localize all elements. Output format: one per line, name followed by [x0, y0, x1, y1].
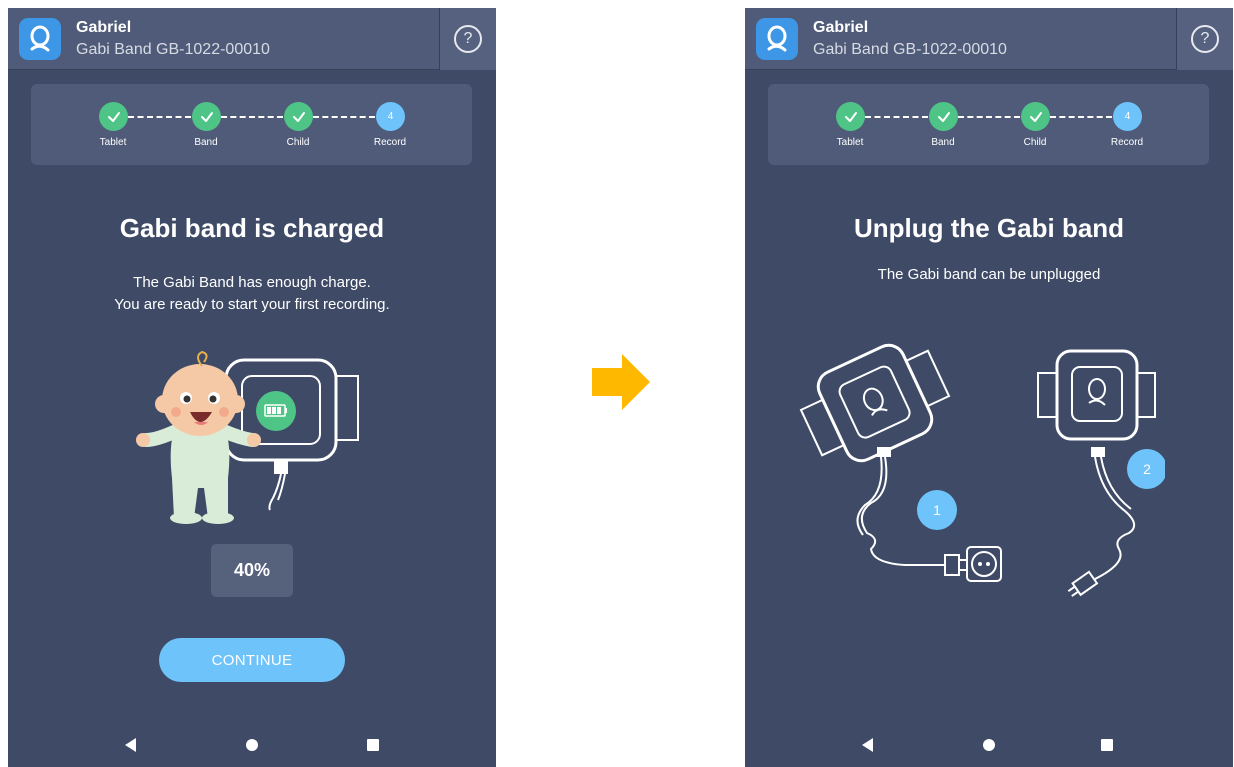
nav-back-icon[interactable]: [858, 735, 878, 755]
step-tablet-check-icon: [99, 102, 128, 131]
nav-home-icon[interactable]: [242, 735, 262, 755]
step-label-band: Band: [194, 137, 218, 148]
help-icon: ?: [1191, 25, 1219, 53]
step-badge-1: 1: [933, 502, 941, 518]
description: The Gabi band can be unplugged: [877, 266, 1101, 283]
step-connector: [221, 116, 283, 118]
charge-percentage: 40%: [211, 544, 293, 597]
progress-stepper: 4 Tablet Band Child Record: [31, 84, 472, 165]
step-record-number: 4: [376, 102, 405, 131]
nav-recents-icon[interactable]: [1097, 735, 1117, 755]
app-header: Gabriel Gabi Band GB-1022-00010 ?: [745, 8, 1233, 70]
step-child-check-icon: [1021, 102, 1050, 131]
step-label-tablet: Tablet: [836, 137, 864, 148]
progress-stepper: 4 Tablet Band Child Record: [768, 84, 1209, 165]
help-icon: ?: [454, 25, 482, 53]
step-connector: [128, 116, 191, 118]
page-title: Unplug the Gabi band: [853, 213, 1125, 243]
baby-charging-band-illustration: [136, 350, 359, 524]
step-label-child: Child: [286, 137, 310, 148]
step-label-child: Child: [1023, 137, 1047, 148]
nav-back-icon[interactable]: [121, 735, 141, 755]
step-label-tablet: Tablet: [99, 137, 127, 148]
app-header: Gabriel Gabi Band GB-1022-00010 ?: [8, 8, 496, 70]
step-connector: [865, 116, 928, 118]
unplug-band-illustration: 1 2: [799, 343, 1165, 597]
description-line-2: You are ready to start your first record…: [114, 296, 390, 313]
step-band-check-icon: [929, 102, 958, 131]
step-badge-2: 2: [1143, 461, 1151, 477]
help-button[interactable]: ?: [439, 8, 496, 70]
device-id: Gabi Band GB-1022-00010: [813, 41, 1007, 58]
android-nav-bar: [8, 725, 496, 767]
step-band-check-icon: [192, 102, 221, 131]
gabi-logo-icon: [756, 18, 798, 60]
step-label-record: Record: [1110, 137, 1144, 148]
help-button[interactable]: ?: [1176, 8, 1233, 70]
step-connector: [958, 116, 1020, 118]
screen-band-charged: Gabriel Gabi Band GB-1022-00010 ? 4 Tabl…: [8, 8, 496, 767]
continue-button[interactable]: CONTINUE: [159, 638, 345, 682]
android-nav-bar: [745, 725, 1233, 767]
step-child-check-icon: [284, 102, 313, 131]
device-id: Gabi Band GB-1022-00010: [76, 41, 270, 58]
arrow-right-icon: [592, 354, 650, 410]
nav-home-icon[interactable]: [979, 735, 999, 755]
description-line-1: The Gabi Band has enough charge.: [133, 274, 371, 291]
child-name: Gabriel: [76, 19, 132, 36]
step-tablet-check-icon: [836, 102, 865, 131]
step-connector: [1050, 116, 1112, 118]
step-record-number: 4: [1113, 102, 1142, 131]
page-title: Gabi band is charged: [119, 213, 385, 243]
step-label-band: Band: [931, 137, 955, 148]
step-connector: [313, 116, 375, 118]
screen-unplug-band: Gabriel Gabi Band GB-1022-00010 ? 4 Tabl…: [745, 8, 1233, 767]
gabi-logo-icon: [19, 18, 61, 60]
nav-recents-icon[interactable]: [363, 735, 383, 755]
child-name: Gabriel: [813, 19, 869, 36]
step-label-record: Record: [373, 137, 407, 148]
